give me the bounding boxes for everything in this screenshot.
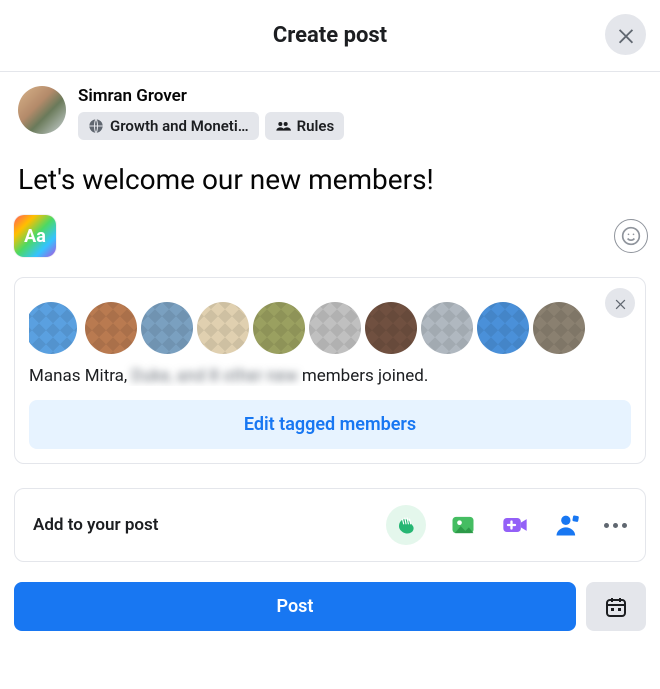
edit-tagged-button[interactable]: Edit tagged members [29, 400, 631, 449]
close-icon [615, 24, 637, 46]
tagged-summary: Manas Mitra, Duke, and 8 other new membe… [29, 358, 631, 386]
emoji-icon [621, 226, 641, 246]
tag-person-button[interactable] [552, 510, 582, 540]
author-name: Simran Grover [78, 86, 344, 106]
video-plus-icon [501, 511, 529, 539]
tagged-summary-blurred: Duke, and 8 other new [131, 366, 298, 386]
tagged-avatar [533, 302, 585, 354]
tagged-avatar [365, 302, 417, 354]
tag-person-icon [553, 511, 581, 539]
more-icon [604, 523, 609, 528]
tagged-avatars [29, 296, 631, 358]
tagged-avatar [197, 302, 249, 354]
tagged-avatar [309, 302, 361, 354]
tagged-members-card: Manas Mitra, Duke, and 8 other new membe… [14, 277, 646, 464]
post-text-input[interactable]: Let's welcome our new members! [0, 140, 660, 207]
add-to-post-label: Add to your post [33, 515, 158, 535]
dialog-title: Create post [273, 23, 387, 48]
tagged-summary-prefix: Manas Mitra, [29, 366, 127, 386]
wave-icon [392, 511, 420, 539]
calendar-icon [604, 595, 628, 619]
tagged-avatar [85, 302, 137, 354]
add-to-post-row: Add to your post [14, 488, 646, 562]
tagged-avatar [29, 302, 77, 354]
tagged-summary-suffix: members joined. [302, 366, 429, 386]
destination-label: Growth and Moneti… [110, 117, 249, 135]
globe-icon [88, 118, 104, 134]
post-button[interactable]: Post [14, 582, 576, 631]
author-avatar [18, 86, 66, 134]
author-row: Simran Grover Growth and Moneti… Rules [0, 72, 660, 140]
more-button[interactable] [604, 523, 627, 528]
compose-tools-row: Aa [0, 207, 660, 257]
tagged-avatar [253, 302, 305, 354]
photo-icon [449, 511, 477, 539]
author-info: Simran Grover Growth and Moneti… Rules [78, 86, 344, 140]
tagged-avatar [477, 302, 529, 354]
close-icon [613, 296, 628, 311]
author-chips: Growth and Moneti… Rules [78, 112, 344, 140]
tagged-avatar [141, 302, 193, 354]
schedule-button[interactable] [586, 582, 646, 631]
background-picker-label: Aa [24, 226, 46, 247]
group-icon [275, 118, 291, 134]
close-button[interactable] [605, 14, 646, 55]
dialog-header: Create post [0, 0, 660, 72]
emoji-button[interactable] [614, 219, 648, 253]
wave-button[interactable] [386, 505, 426, 545]
tagged-avatar [421, 302, 473, 354]
rules-chip[interactable]: Rules [265, 112, 345, 140]
remove-tagged-card-button[interactable] [605, 288, 635, 318]
rules-label: Rules [297, 117, 335, 135]
background-picker-button[interactable]: Aa [14, 215, 56, 257]
video-button[interactable] [500, 510, 530, 540]
add-to-post-icons [386, 505, 627, 545]
bottom-actions: Post [0, 562, 660, 631]
photo-button[interactable] [448, 510, 478, 540]
destination-chip[interactable]: Growth and Moneti… [78, 112, 259, 140]
